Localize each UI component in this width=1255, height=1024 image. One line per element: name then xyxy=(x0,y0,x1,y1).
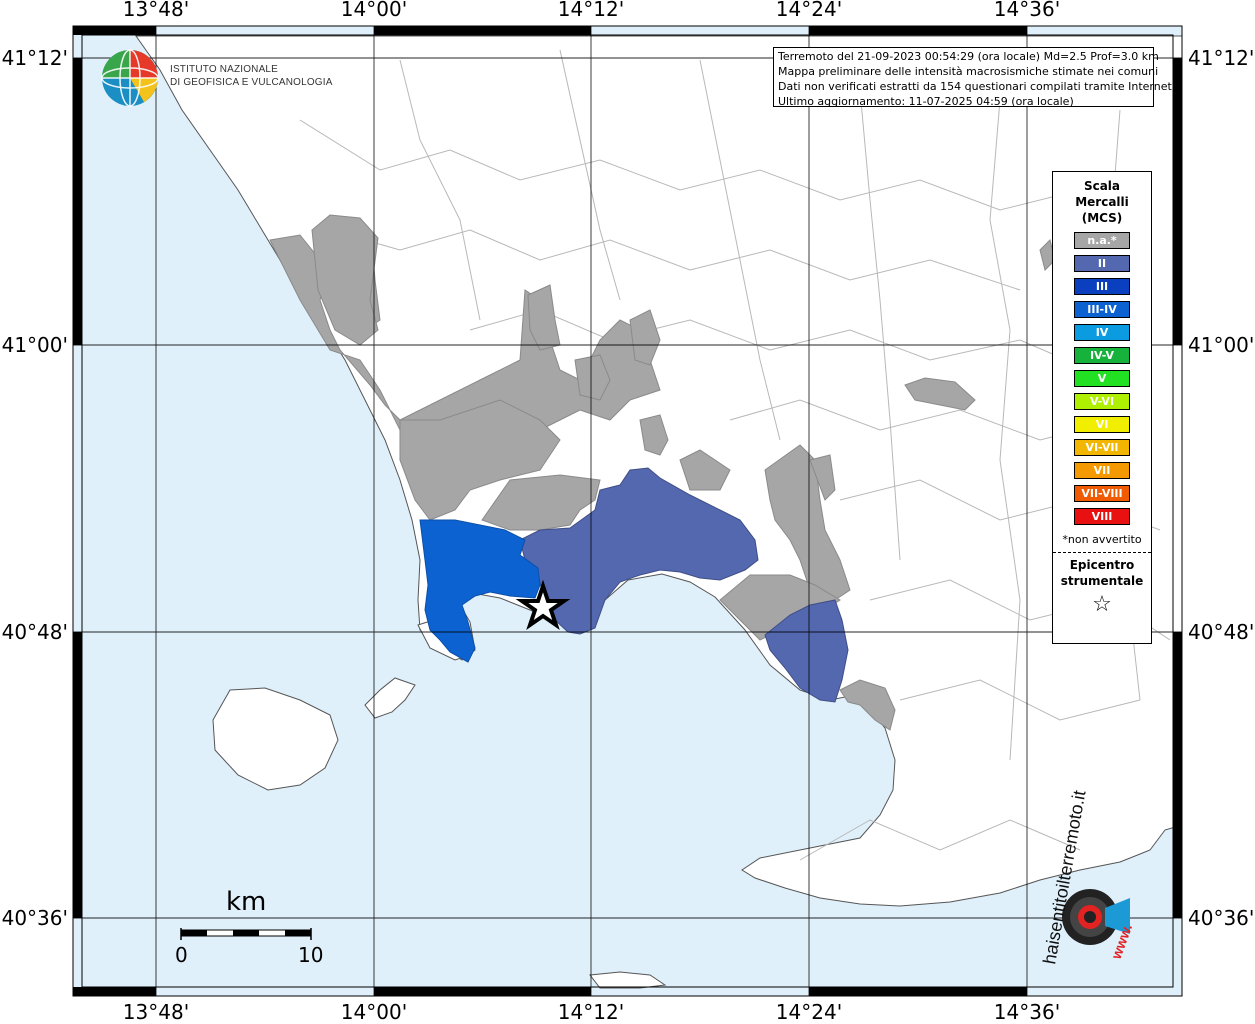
legend-title-line: (MCS) xyxy=(1081,211,1123,225)
legend-item: VII-VIII xyxy=(1074,485,1130,502)
legend-item: VI-VII xyxy=(1074,439,1130,456)
legend-item: II xyxy=(1074,255,1130,272)
lat-label: 40°36' xyxy=(2,906,68,930)
legend-item: VI xyxy=(1074,416,1130,433)
legend-item: V xyxy=(1074,370,1130,387)
legend-item: VII xyxy=(1074,462,1130,479)
legend-note: *non avvertito xyxy=(1053,533,1151,553)
legend-item: VIII xyxy=(1074,508,1130,525)
legend-item: IV xyxy=(1074,324,1130,341)
lat-labels-left: 41°12' 41°00' 40°48' 40°36' xyxy=(2,46,68,930)
lon-label: 14°00' xyxy=(341,0,407,21)
legend-epicenter-label: Epicentro strumentale xyxy=(1053,557,1151,589)
scalebar-end: 10 xyxy=(298,943,324,967)
legend-item: III-IV xyxy=(1074,301,1130,318)
event-info-box: Terremoto del 21-09-2023 00:54:29 (ora l… xyxy=(773,47,1176,108)
event-info-line: Terremoto del 21-09-2023 00:54:29 (ora l… xyxy=(778,50,1159,63)
legend-item: n.a.* xyxy=(1074,232,1130,249)
ingv-name-line1: ISTITUTO NAZIONALE xyxy=(170,63,278,75)
scalebar-start: 0 xyxy=(175,943,188,967)
lat-label: 40°48' xyxy=(1188,620,1254,644)
legend-star-icon: ☆ xyxy=(1092,592,1112,617)
event-info-line: Mappa preliminare delle intensità macros… xyxy=(778,65,1159,78)
lon-label: 14°12' xyxy=(558,1000,624,1024)
legend-title-line: Mercalli xyxy=(1075,195,1129,209)
lon-label: 13°48' xyxy=(123,0,189,21)
lat-labels-right: 41°12' 41°00' 40°48' 40°36' xyxy=(1188,46,1254,930)
lon-label: 14°24' xyxy=(776,1000,842,1024)
legend-epicenter-line: Epicentro xyxy=(1069,558,1135,572)
lat-label: 40°36' xyxy=(1188,906,1254,930)
mcs-legend: Scala Mercalli (MCS) n.a.* II III III-IV IV I… xyxy=(1052,171,1152,644)
event-info-line: Ultimo aggiornamento: 11-07-2025 04:59 (… xyxy=(778,95,1074,108)
lon-labels-top: 13°48' 14°00' 14°12' 14°24' 14°36' xyxy=(123,0,1060,21)
legend-item: IV-V xyxy=(1074,347,1130,364)
lat-label: 41°12' xyxy=(1188,46,1254,70)
lat-label: 41°00' xyxy=(1188,333,1254,357)
lon-label: 14°36' xyxy=(994,1000,1060,1024)
ingv-name: ISTITUTO NAZIONALE DI GEOFISICA E VULCAN… xyxy=(170,63,333,89)
lon-label: 14°12' xyxy=(558,0,624,21)
lat-label: 41°12' xyxy=(2,46,68,70)
ingv-globe-icon xyxy=(101,49,159,107)
lat-label: 40°48' xyxy=(2,620,68,644)
legend-title: Scala Mercalli (MCS) xyxy=(1053,178,1151,226)
lon-labels-bottom: 13°48' 14°00' 14°12' 14°24' 14°36' xyxy=(123,1000,1060,1024)
lon-label: 14°00' xyxy=(341,1000,407,1024)
lon-label: 14°24' xyxy=(776,0,842,21)
legend-item: III xyxy=(1074,278,1130,295)
legend-item: V-VI xyxy=(1074,393,1130,410)
ingv-name-line2: DI GEOFISICA E VULCANOLOGIA xyxy=(170,76,333,88)
event-info-line: Dati non verificati estratti da 154 ques… xyxy=(778,80,1176,93)
legend-title-line: Scala xyxy=(1083,179,1121,193)
lon-label: 14°36' xyxy=(994,0,1060,21)
scalebar-unit: km xyxy=(226,887,267,917)
lat-label: 41°00' xyxy=(2,333,68,357)
lon-label: 13°48' xyxy=(123,1000,189,1024)
legend-items: n.a.* II III III-IV IV IV-V V V-VI VI VI-VII VII VI… xyxy=(1053,232,1151,525)
legend-epicenter-line: strumentale xyxy=(1060,574,1144,588)
